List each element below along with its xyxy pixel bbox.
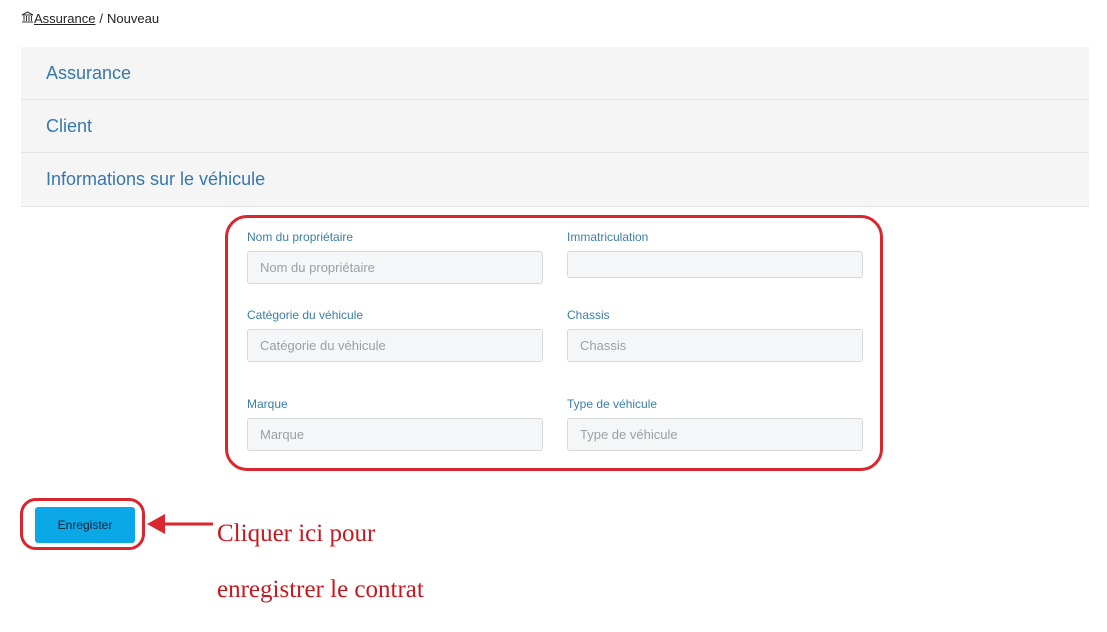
category-label: Catégorie du véhicule — [247, 308, 364, 322]
accordion-header-vehicle-info[interactable]: Informations sur le véhicule — [21, 153, 1089, 207]
breadcrumb-link-assurance[interactable]: Assurance — [34, 11, 95, 26]
annotation-text: Cliquer ici pour enregistrer le contrat — [217, 492, 424, 632]
vehicle-type-field: Type de véhicule — [567, 397, 863, 451]
registration-input[interactable] — [567, 251, 863, 278]
institution-icon — [21, 11, 34, 23]
vehicle-type-input[interactable] — [567, 418, 863, 451]
chassis-input[interactable] — [567, 329, 863, 362]
chassis-field: Chassis — [567, 308, 863, 362]
breadcrumb-current: Nouveau — [107, 11, 160, 26]
save-button-highlight: Enregister — [20, 498, 145, 550]
annotation-arrow-icon — [147, 514, 213, 534]
vehicle-type-label: Type de véhicule — [567, 397, 658, 411]
brand-label: Marque — [247, 397, 288, 411]
accordion: Assurance Client Informations sur le véh… — [21, 47, 1089, 207]
breadcrumb-separator: / — [99, 11, 104, 26]
owner-label: Nom du propriétaire — [247, 230, 354, 244]
brand-input[interactable] — [247, 418, 543, 451]
brand-field: Marque — [247, 397, 543, 451]
accordion-header-client[interactable]: Client — [21, 100, 1089, 153]
annotation-line-2: enregistrer le contrat — [217, 576, 424, 603]
annotation-line-1: Cliquer ici pour — [217, 520, 376, 547]
breadcrumb: Assurance / Nouveau — [21, 11, 159, 26]
category-input[interactable] — [247, 329, 543, 362]
owner-input[interactable] — [247, 251, 543, 284]
chassis-label: Chassis — [567, 308, 610, 322]
category-field: Catégorie du véhicule — [247, 308, 543, 362]
registration-label: Immatriculation — [567, 230, 649, 244]
save-button[interactable]: Enregister — [35, 507, 135, 543]
registration-field: Immatriculation — [567, 230, 863, 278]
accordion-header-assurance[interactable]: Assurance — [21, 47, 1089, 100]
owner-field: Nom du propriétaire — [247, 230, 543, 284]
